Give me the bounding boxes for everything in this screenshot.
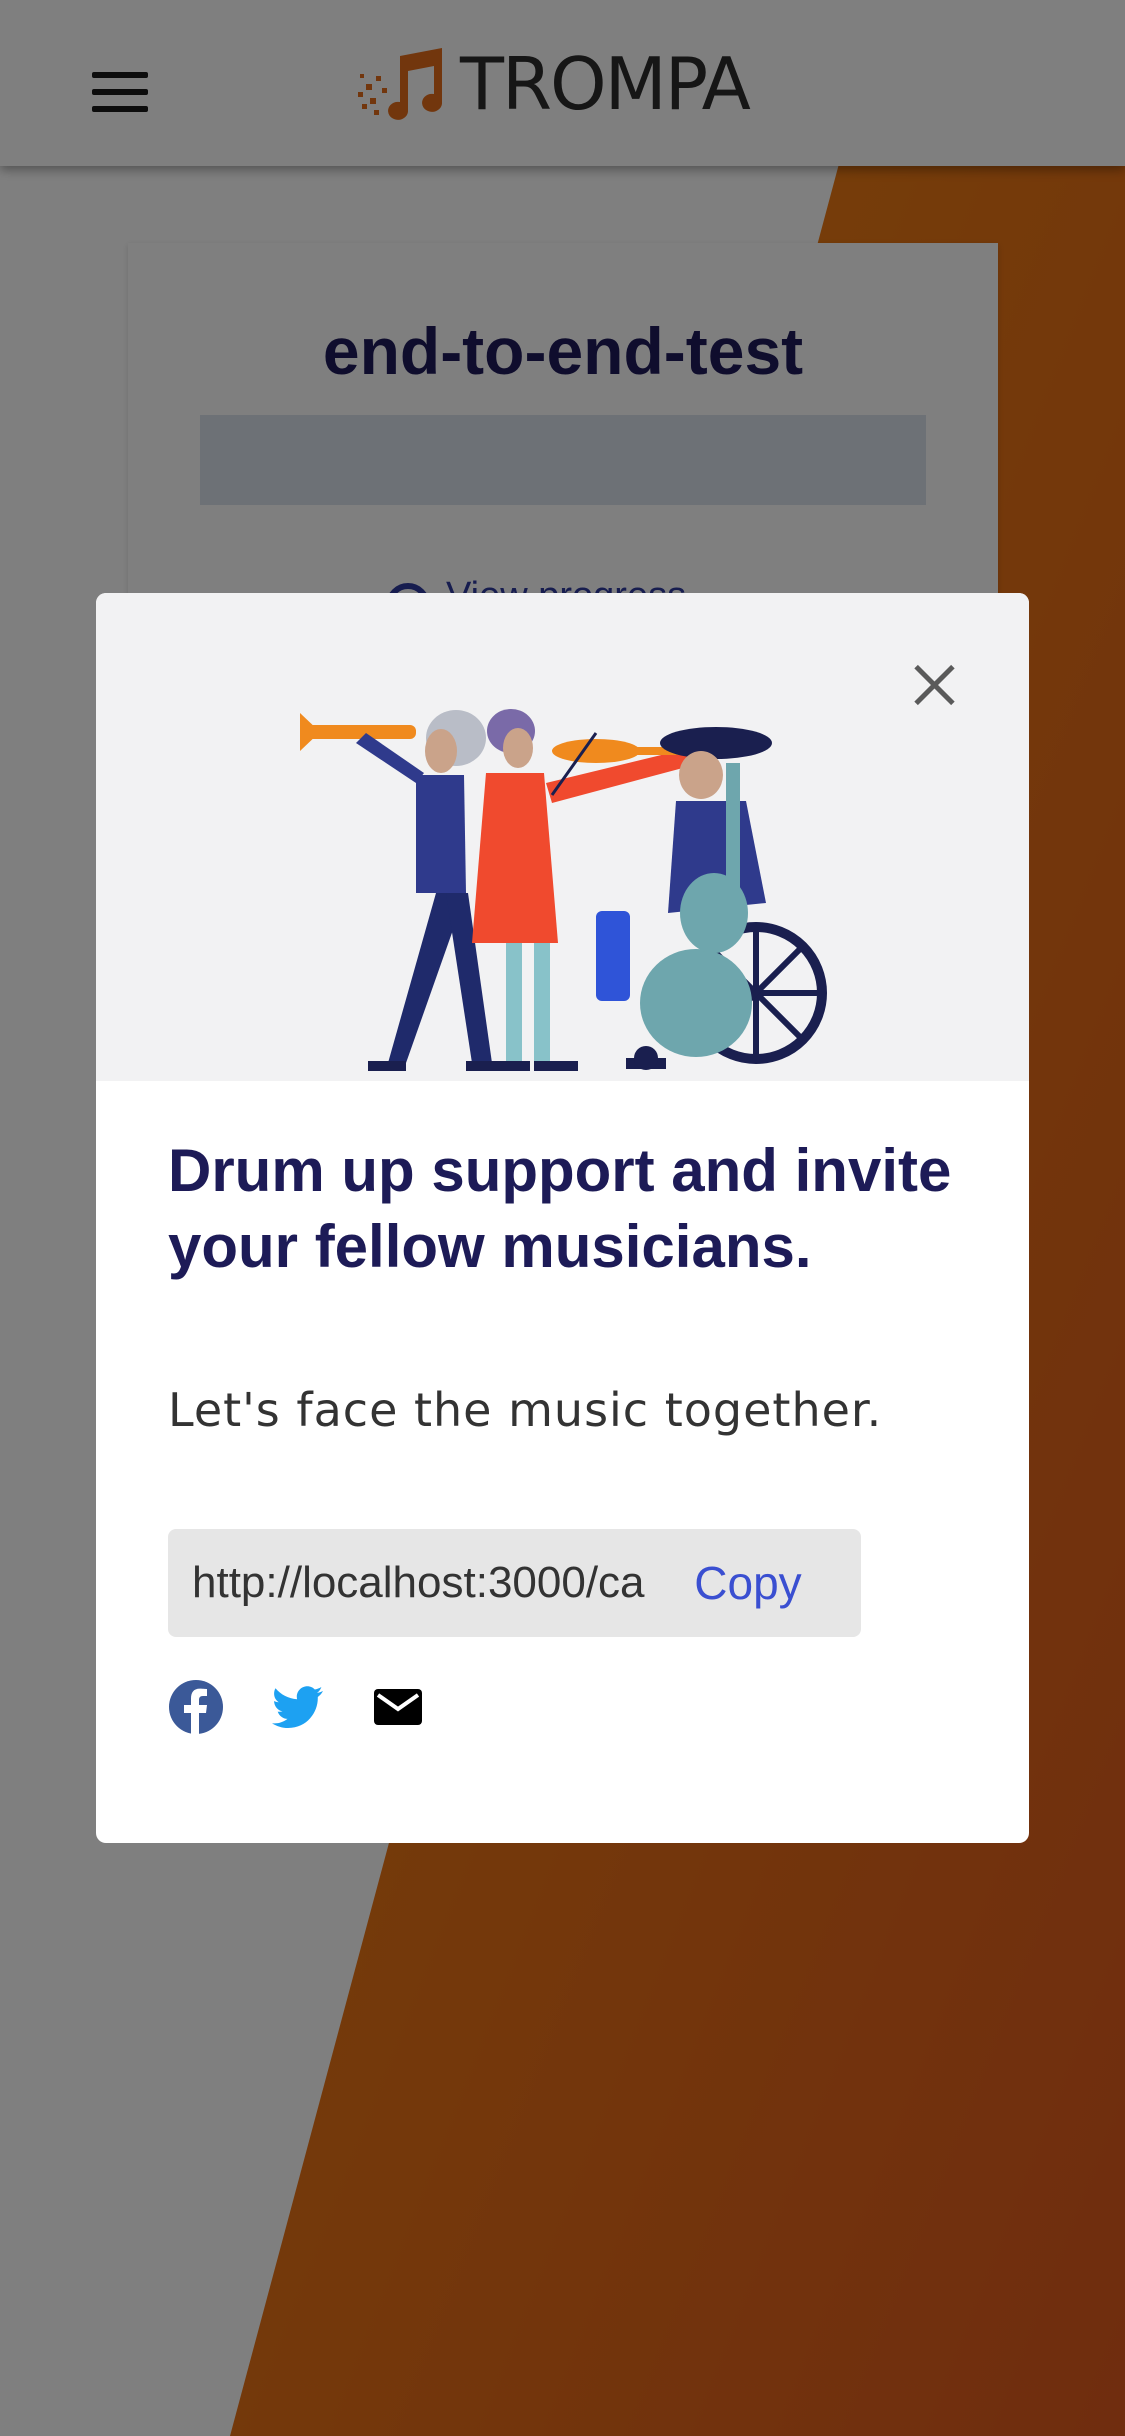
modal-hero <box>96 593 1029 1081</box>
modal-subtitle: Let's face the music together. <box>168 1383 883 1437</box>
copy-button[interactable]: Copy <box>668 1529 828 1637</box>
twitter-icon[interactable] <box>270 1679 326 1735</box>
share-link-box: Copy <box>168 1529 861 1637</box>
facebook-icon[interactable] <box>168 1679 224 1735</box>
musicians-illustration <box>300 709 827 1071</box>
invite-modal: Drum up support and invite your fellow m… <box>96 593 1029 1843</box>
close-icon[interactable] <box>904 655 964 715</box>
mail-icon[interactable] <box>370 1679 426 1735</box>
share-url-field[interactable] <box>192 1529 652 1637</box>
modal-heading: Drum up support and invite your fellow m… <box>168 1137 952 1280</box>
